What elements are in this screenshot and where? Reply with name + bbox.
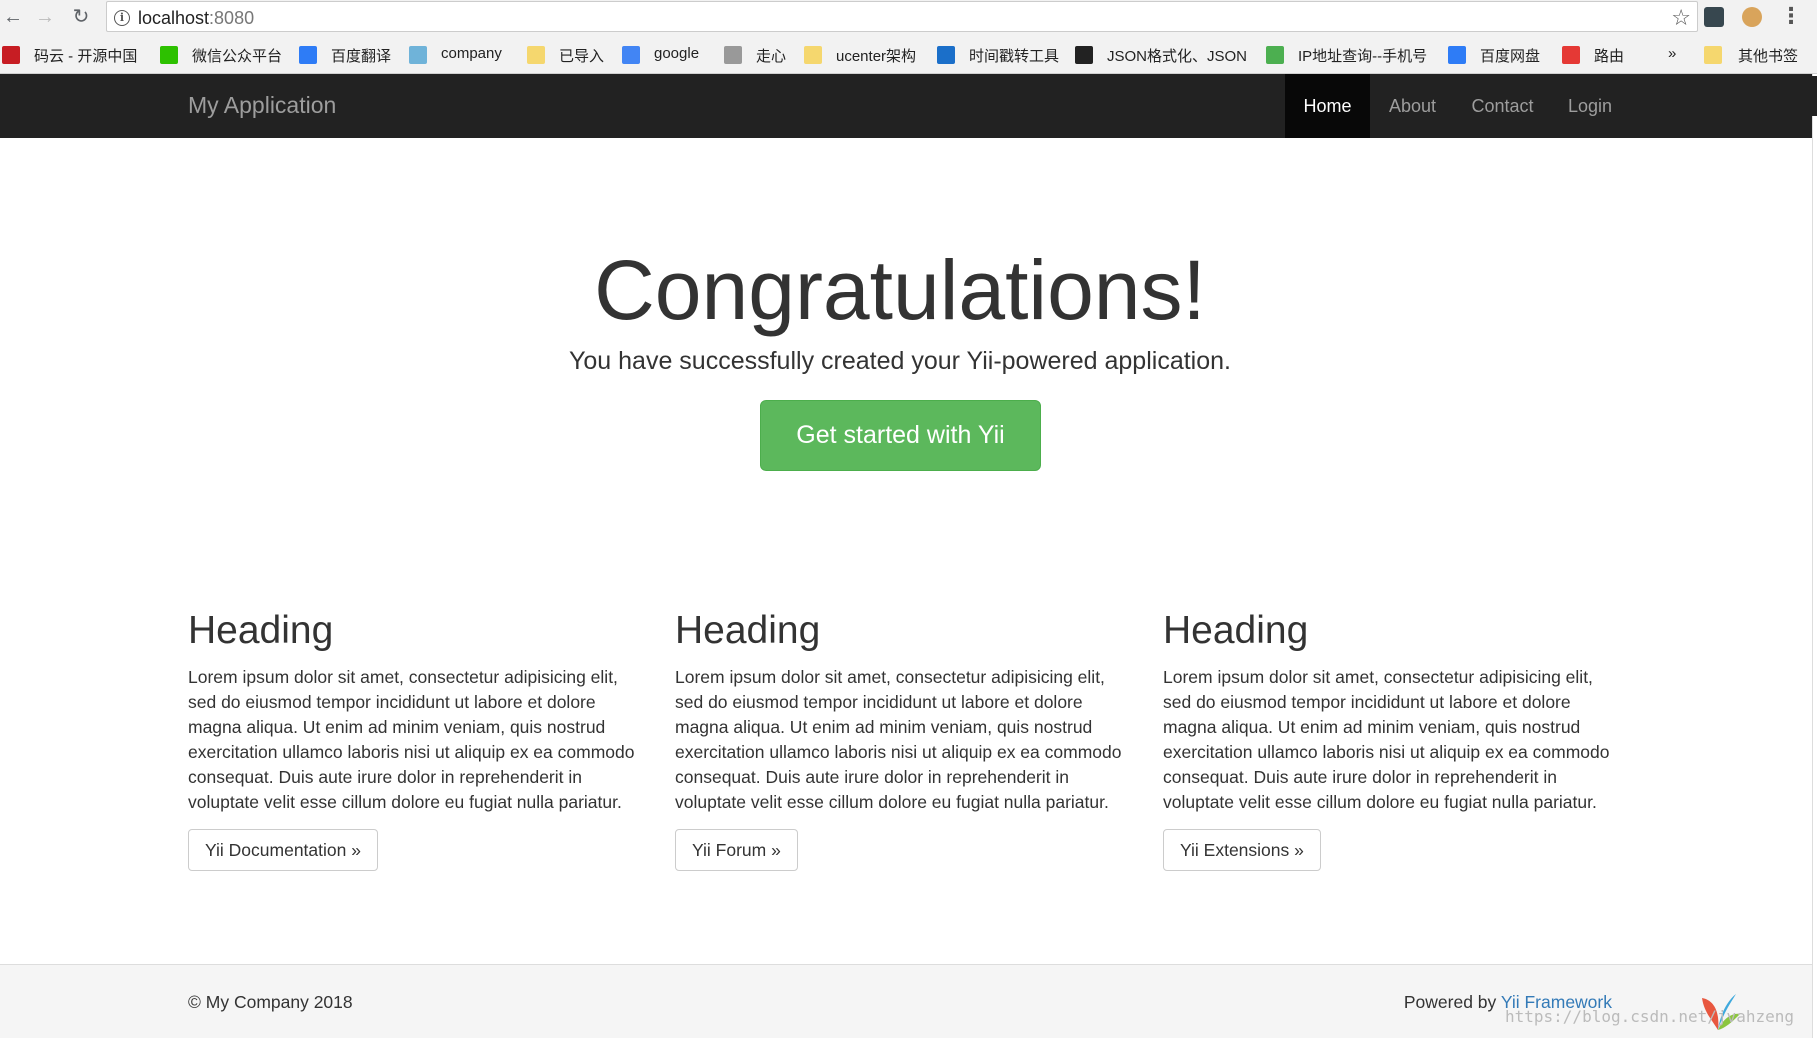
- back-arrow-icon[interactable]: ←: [0, 4, 26, 30]
- jumbotron-lead: You have successfully created your Yii-p…: [569, 347, 1231, 375]
- column-2: Heading Lorem ipsum dolor sit amet, cons…: [675, 607, 1127, 871]
- bookmark-item[interactable]: 已导入: [559, 45, 604, 66]
- bookmark-item[interactable]: 百度网盘: [1480, 45, 1540, 66]
- brand-link[interactable]: My Application: [188, 92, 336, 119]
- bookmark-icon: [724, 46, 742, 64]
- site-navbar: My Application Home About Contact Login: [0, 74, 1812, 138]
- nav-contact[interactable]: Contact: [1455, 74, 1550, 138]
- bookmark-item[interactable]: 时间戳转工具: [969, 45, 1059, 66]
- bookmark-item[interactable]: 百度翻译: [331, 45, 391, 66]
- bookmark-icon: [1562, 46, 1580, 64]
- copyright-text: © My Company 2018: [188, 992, 353, 1012]
- browser-menu-icon[interactable]: ⋮: [1780, 3, 1802, 29]
- jumbotron-title: Congratulations!: [594, 243, 1206, 337]
- extension-icon[interactable]: [1704, 7, 1724, 27]
- address-bar[interactable]: i localhost:8080 ☆: [106, 1, 1698, 32]
- column-1: Heading Lorem ipsum dolor sit amet, cons…: [188, 607, 640, 871]
- bookmark-item[interactable]: 路由: [1594, 45, 1624, 66]
- info-icon[interactable]: i: [114, 10, 130, 26]
- yii-documentation-button[interactable]: Yii Documentation »: [188, 829, 378, 871]
- column-heading: Heading: [1163, 609, 1309, 652]
- nav-home[interactable]: Home: [1285, 74, 1370, 138]
- bookmark-item[interactable]: ucenter架构: [836, 45, 916, 66]
- column-body: Lorem ipsum dolor sit amet, consectetur …: [1163, 667, 1610, 812]
- scrollbar-thumb[interactable]: [1812, 76, 1817, 116]
- bookmark-icon: [299, 46, 317, 64]
- bookmark-icon: [2, 46, 20, 64]
- other-bookmarks[interactable]: 其他书签: [1738, 45, 1798, 66]
- bookmark-item[interactable]: IP地址查询--手机号: [1298, 45, 1427, 66]
- column-heading: Heading: [188, 609, 334, 652]
- folder-icon: [1704, 46, 1722, 64]
- page-footer: © My Company 2018 Powered by Yii Framewo…: [0, 964, 1812, 1038]
- bookmark-icon: [937, 46, 955, 64]
- nav-about[interactable]: About: [1370, 74, 1455, 138]
- bookmarks-bar: 码云 - 开源中国 微信公众平台 百度翻译 company 已导入 google 走心 uce…: [0, 34, 1817, 74]
- bookmarks-overflow-button[interactable]: »: [1668, 45, 1676, 62]
- watermark-text: https://blog.csdn.net/jvahzeng: [1505, 1007, 1794, 1026]
- bookmark-icon: [1448, 46, 1466, 64]
- bookmark-icon: [1075, 46, 1093, 64]
- bookmark-item[interactable]: google: [654, 45, 699, 62]
- column-body: Lorem ipsum dolor sit amet, consectetur …: [675, 667, 1122, 812]
- bookmark-star-icon[interactable]: ☆: [1671, 5, 1691, 31]
- bookmark-item[interactable]: 走心: [756, 45, 786, 66]
- bookmark-icon: [160, 46, 178, 64]
- bookmark-icon: [1266, 46, 1284, 64]
- page-scrollbar[interactable]: [1812, 74, 1817, 1038]
- cookie-extension-icon[interactable]: [1742, 7, 1762, 27]
- yii-extensions-button[interactable]: Yii Extensions »: [1163, 829, 1321, 871]
- browser-toolbar: ← → ↻ i localhost:8080 ☆ ⋮: [0, 0, 1817, 34]
- get-started-button[interactable]: Get started with Yii: [760, 400, 1041, 471]
- reload-icon[interactable]: ↻: [68, 4, 94, 30]
- nav-login[interactable]: Login: [1550, 74, 1630, 138]
- bookmark-item[interactable]: JSON格式化、JSON: [1107, 45, 1247, 66]
- bookmark-icon: [527, 46, 545, 64]
- url-text[interactable]: localhost:8080: [138, 8, 254, 29]
- bookmark-icon: [409, 46, 427, 64]
- bookmark-item[interactable]: 码云 - 开源中国: [34, 45, 137, 66]
- bookmark-item[interactable]: company: [441, 45, 502, 62]
- column-3: Heading Lorem ipsum dolor sit amet, cons…: [1163, 607, 1615, 871]
- bookmark-icon: [622, 46, 640, 64]
- yii-forum-button[interactable]: Yii Forum »: [675, 829, 798, 871]
- bookmark-item[interactable]: 微信公众平台: [192, 45, 282, 66]
- column-heading: Heading: [675, 609, 821, 652]
- column-body: Lorem ipsum dolor sit amet, consectetur …: [188, 667, 635, 812]
- forward-arrow-icon[interactable]: →: [32, 4, 58, 30]
- bookmark-icon: [804, 46, 822, 64]
